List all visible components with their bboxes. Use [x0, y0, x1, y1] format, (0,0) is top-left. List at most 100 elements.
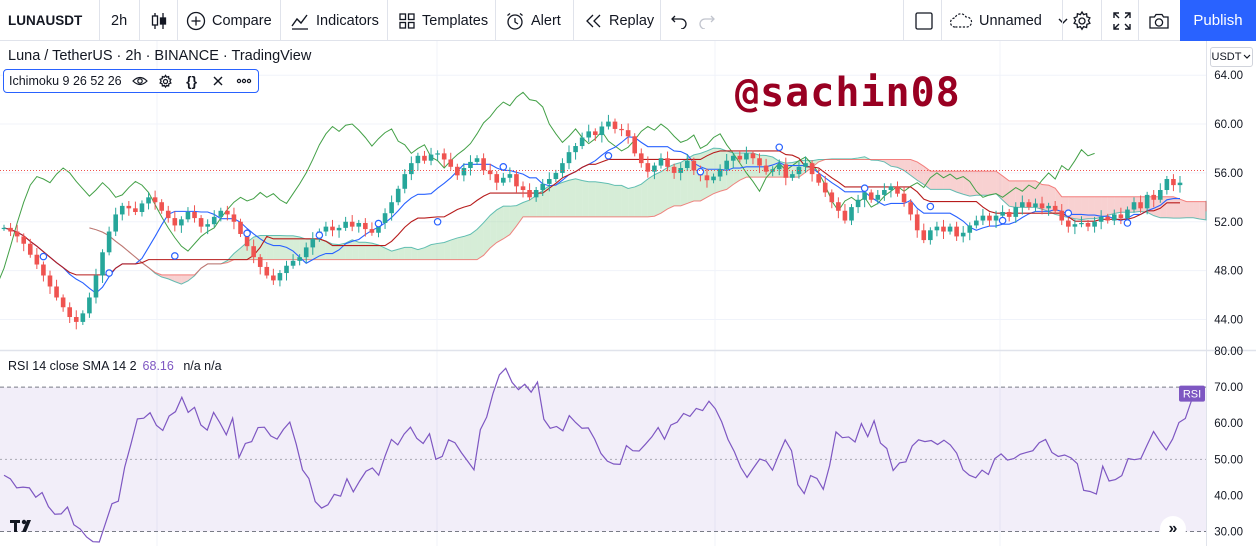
chart-canvas[interactable]: 64.00 60.00 56.00 52.00 48.00 44.00 80.00 70.00… — [0, 41, 1256, 546]
candle-body — [1085, 222, 1091, 227]
cloud-segment — [496, 206, 504, 243]
chart-type-button[interactable] — [150, 0, 168, 41]
publish-button[interactable]: Publish — [1180, 0, 1256, 41]
chevron-down-icon — [1244, 54, 1251, 59]
close-icon[interactable] — [210, 73, 226, 89]
candle-body — [750, 153, 756, 159]
candle — [330, 219, 335, 237]
toolbar-divider — [139, 0, 140, 41]
toolbar-divider — [280, 0, 281, 41]
rsi-legend[interactable]: RSI 14 close SMA 14 2 68.16 n/a n/a — [8, 359, 222, 373]
braces-icon[interactable]: {} — [184, 73, 200, 89]
ichimoku-legend[interactable]: Ichimoku 9 26 52 26 {} — [3, 69, 259, 93]
candle-body — [389, 202, 394, 214]
candle-body — [1131, 202, 1137, 210]
cloud-icon — [949, 12, 973, 28]
candle-body — [494, 174, 500, 183]
symbol-label: LUNAUSDT — [8, 13, 83, 28]
candle — [586, 124, 592, 143]
candle — [836, 197, 841, 219]
price-tick-label: 56.00 — [1214, 168, 1243, 180]
candle — [395, 185, 401, 206]
candle-body — [1000, 211, 1005, 216]
interval-label: 2h — [111, 12, 128, 29]
candle-body — [1006, 211, 1012, 217]
candle-body — [980, 215, 986, 221]
redo-button[interactable] — [698, 0, 716, 41]
candle — [599, 121, 605, 143]
snapshot-button[interactable] — [1148, 0, 1170, 41]
toolbar-divider — [495, 0, 496, 41]
cloud-segment — [1107, 196, 1115, 216]
cloud-segment — [450, 237, 458, 260]
interval-button[interactable]: 2h — [111, 0, 127, 41]
candle — [343, 216, 348, 231]
indicators-button[interactable]: Indicators — [290, 0, 379, 41]
undo-button[interactable] — [670, 0, 688, 41]
cloud-segment — [444, 240, 451, 260]
currency-select[interactable]: USDT — [1210, 47, 1253, 67]
candle-body — [1157, 190, 1163, 200]
symbol-search-button[interactable]: LUNAUSDT — [8, 0, 82, 41]
alert-button[interactable]: Alert — [505, 0, 561, 41]
alarm-clock-icon — [507, 12, 523, 30]
redo-icon — [699, 15, 715, 29]
candle-body — [271, 275, 276, 281]
candle-body — [461, 168, 467, 176]
indicators-label: Indicators — [316, 12, 379, 29]
candle-body — [974, 220, 979, 226]
candle-body — [540, 183, 546, 191]
candle-body — [855, 199, 861, 208]
signal-marker — [433, 217, 442, 226]
cloud-segment — [943, 171, 951, 190]
chart-settings-button[interactable] — [1071, 0, 1093, 41]
candle-body — [264, 266, 270, 276]
rsi-value: 68.16 — [142, 359, 174, 373]
cloud-segment — [614, 185, 622, 217]
candle — [842, 204, 848, 224]
alert-label: Alert — [531, 12, 561, 29]
scroll-to-realtime-button[interactable]: » — [1160, 516, 1186, 542]
candle — [73, 310, 79, 330]
signal-marker — [171, 252, 179, 260]
gear-icon[interactable] — [158, 73, 174, 89]
signal-marker — [315, 231, 324, 239]
save-layout-button[interactable]: Unnamed — [949, 0, 1070, 41]
plus-circle-icon — [186, 11, 206, 30]
cloud-segment — [431, 243, 438, 260]
candle-body — [606, 121, 611, 127]
signal-marker — [696, 167, 705, 176]
replay-button[interactable]: Replay — [585, 0, 654, 41]
cloud-segment — [963, 171, 970, 197]
candle — [638, 148, 644, 168]
candle — [113, 207, 118, 237]
rsi-tick-label: 40.00 — [1214, 490, 1243, 502]
cloud-segment — [582, 180, 589, 217]
candle-body — [238, 221, 243, 234]
candle-body — [757, 158, 762, 166]
candle — [619, 124, 624, 137]
more-icon[interactable] — [236, 73, 252, 89]
candle — [106, 226, 112, 256]
candle — [501, 172, 506, 186]
rsi-tick-label: 80.00 — [1214, 346, 1243, 358]
layout-select-button[interactable] — [914, 0, 934, 41]
candle-body — [251, 246, 256, 258]
compare-button[interactable]: Compare — [186, 0, 272, 41]
candle — [914, 209, 920, 238]
templates-button[interactable]: Templates — [398, 0, 488, 41]
candle-body — [290, 260, 296, 266]
cloud-segment — [233, 248, 241, 260]
price-tick-label: 64.00 — [1214, 70, 1243, 82]
tradingview-logo[interactable] — [10, 517, 36, 540]
candle — [553, 169, 559, 183]
price-tick-label: 60.00 — [1214, 119, 1243, 131]
eye-icon[interactable] — [131, 73, 148, 89]
candle-body — [356, 222, 362, 227]
candle — [612, 118, 618, 134]
candle-body — [165, 210, 171, 219]
candle-body — [257, 257, 263, 267]
candle-body — [934, 226, 940, 231]
toolbar-divider — [903, 0, 904, 41]
fullscreen-button[interactable] — [1112, 0, 1132, 41]
